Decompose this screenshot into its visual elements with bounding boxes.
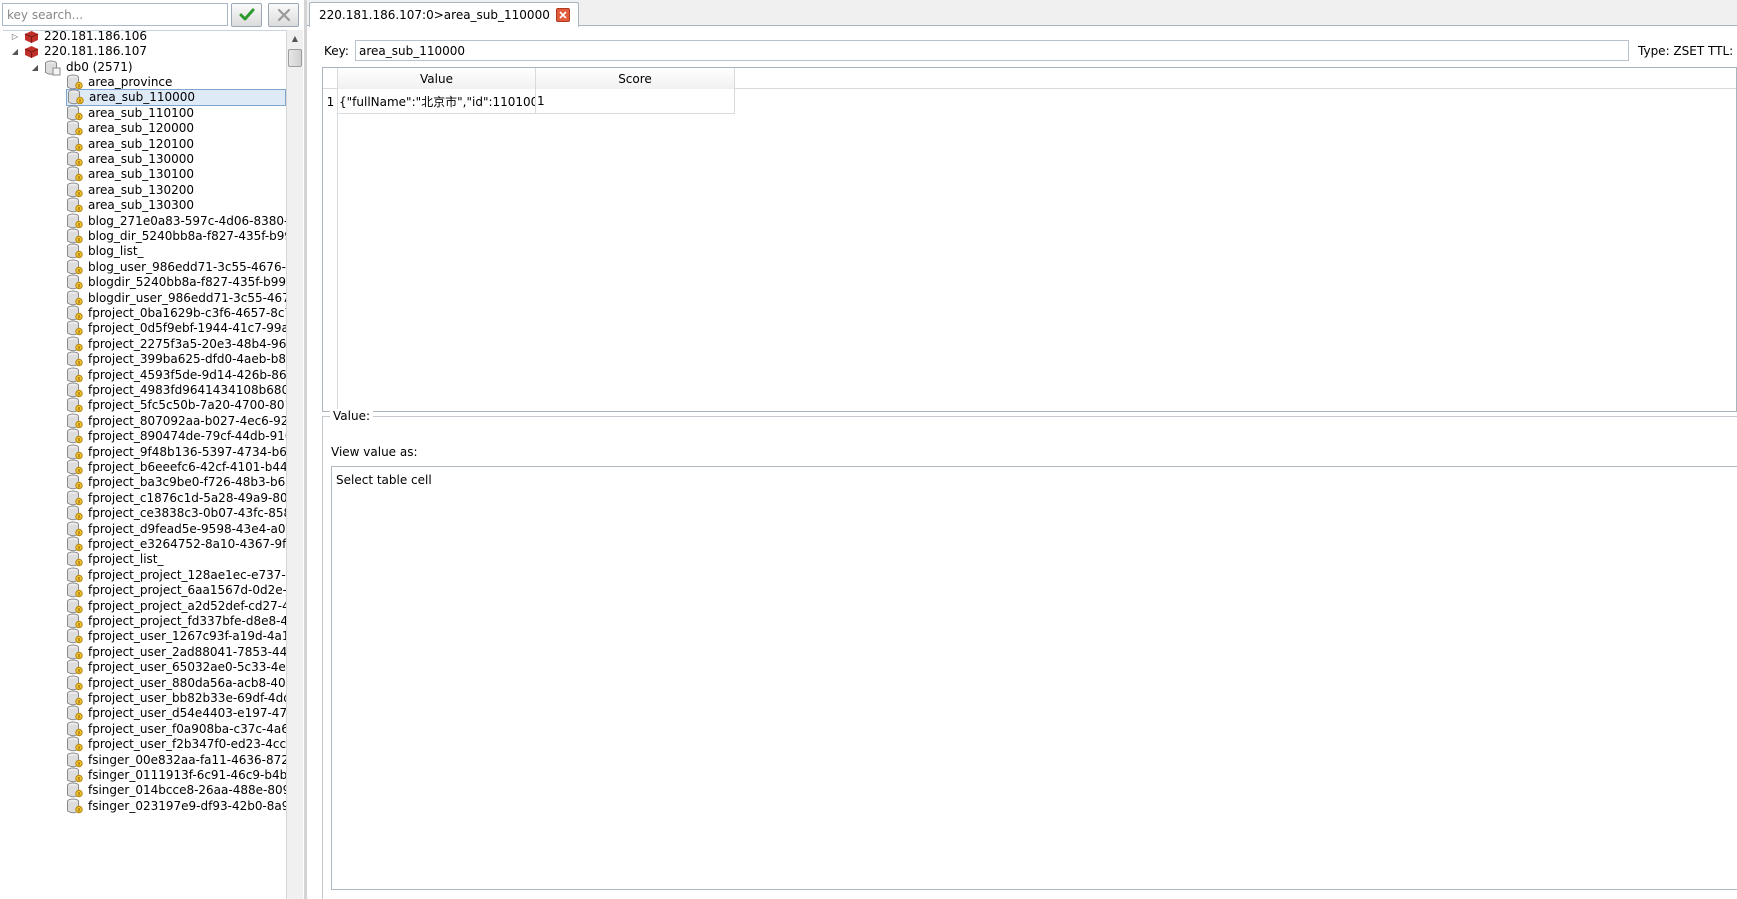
search-input[interactable]	[2, 3, 228, 26]
tree-connection[interactable]: ◢ 220.181.186.107	[9, 43, 147, 60]
scroll-thumb[interactable]	[288, 49, 302, 67]
value-panel-legend: Value:	[330, 409, 373, 423]
value-panel: Value: View value as: Select table cell	[322, 409, 1737, 899]
table-cell-score[interactable]: 1	[536, 89, 735, 114]
key-label: Key:	[324, 44, 349, 58]
key-name-field[interactable]	[355, 40, 1629, 61]
key-browser-panel: ▷ 220.181.186.106 ◢ 220.181.186.107 ◢	[0, 0, 304, 899]
close-icon	[559, 11, 567, 19]
row-number-gutter: 1	[323, 68, 338, 411]
key-item-label: fsinger_023197e9-df93-42b0-8a9c-	[88, 798, 286, 813]
collapse-arrow-icon[interactable]: ◢	[9, 46, 21, 58]
table-header: Value Score	[323, 68, 1736, 89]
clear-search-button[interactable]	[268, 3, 299, 27]
key-tree: ▷ 220.181.186.106 ◢ 220.181.186.107 ◢ db…	[3, 30, 286, 899]
row-number: 1	[326, 95, 335, 109]
zset-value-table: 1 Value Score {"fullName":"北京市","id":110…	[322, 67, 1737, 412]
tree-scrollbar[interactable]: ▲	[286, 30, 303, 899]
search-bar	[0, 0, 304, 30]
column-header-value[interactable]: Value	[338, 68, 536, 89]
tree-key-item[interactable]: fsinger_023197e9-df93-42b0-8a9c-	[66, 798, 286, 815]
column-header-score[interactable]: Score	[536, 68, 735, 89]
ttl-label: TTL:	[1708, 44, 1734, 58]
view-as-label: View value as:	[331, 445, 418, 459]
key-type-label: Type: ZSET	[1638, 44, 1705, 58]
collapse-arrow-icon[interactable]: ◢	[29, 62, 41, 74]
expand-arrow-icon[interactable]: ▷	[9, 31, 21, 43]
close-icon	[277, 8, 290, 22]
connection-label: 220.181.186.107	[44, 44, 148, 58]
tab-key-view[interactable]: 220.181.186.107:0>area_sub_110000	[309, 2, 579, 27]
scroll-up-icon[interactable]: ▲	[287, 30, 303, 47]
tab-close-button[interactable]	[555, 8, 570, 22]
redis-server-icon	[24, 45, 39, 58]
key-info-bar: Key: Type: ZSET TTL:	[307, 38, 1737, 64]
apply-search-button[interactable]	[231, 3, 262, 27]
check-icon	[239, 8, 254, 21]
value-text-area[interactable]: Select table cell	[331, 466, 1737, 890]
database-icon	[45, 60, 61, 75]
table-cell-value[interactable]: {"fullName":"北京市","id":110100,"name	[338, 89, 536, 114]
tab-bar: 220.181.186.107:0>area_sub_110000	[307, 0, 1737, 27]
tab-title: 220.181.186.107:0>area_sub_110000	[319, 8, 550, 22]
panel-splitter[interactable]	[304, 0, 307, 899]
key-icon	[67, 798, 83, 814]
redis-server-icon	[24, 31, 39, 43]
